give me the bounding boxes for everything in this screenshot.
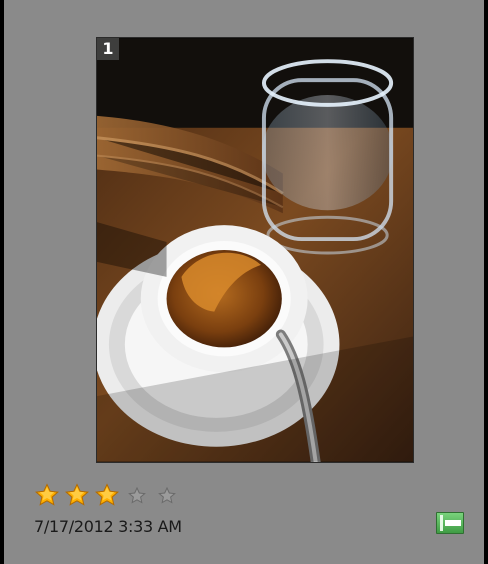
stack-icon-bar (440, 515, 443, 531)
star-filled-icon[interactable] (34, 483, 60, 507)
photo-date-label: 7/17/2012 3:33 AM (34, 517, 182, 536)
stack-icon-minus (445, 520, 461, 526)
photo-thumbnail-card[interactable]: 1 7/17/2012 3:33 AM (4, 0, 484, 564)
thumbnail-index-badge: 1 (97, 38, 119, 60)
star-filled-icon[interactable] (94, 483, 120, 507)
stack-icon[interactable] (436, 512, 464, 534)
star-filled-icon[interactable] (64, 483, 90, 507)
photo-thumbnail-image[interactable]: 1 (96, 37, 414, 463)
star-empty-icon[interactable] (154, 483, 180, 507)
star-rating[interactable] (34, 483, 180, 507)
star-empty-icon[interactable] (124, 483, 150, 507)
